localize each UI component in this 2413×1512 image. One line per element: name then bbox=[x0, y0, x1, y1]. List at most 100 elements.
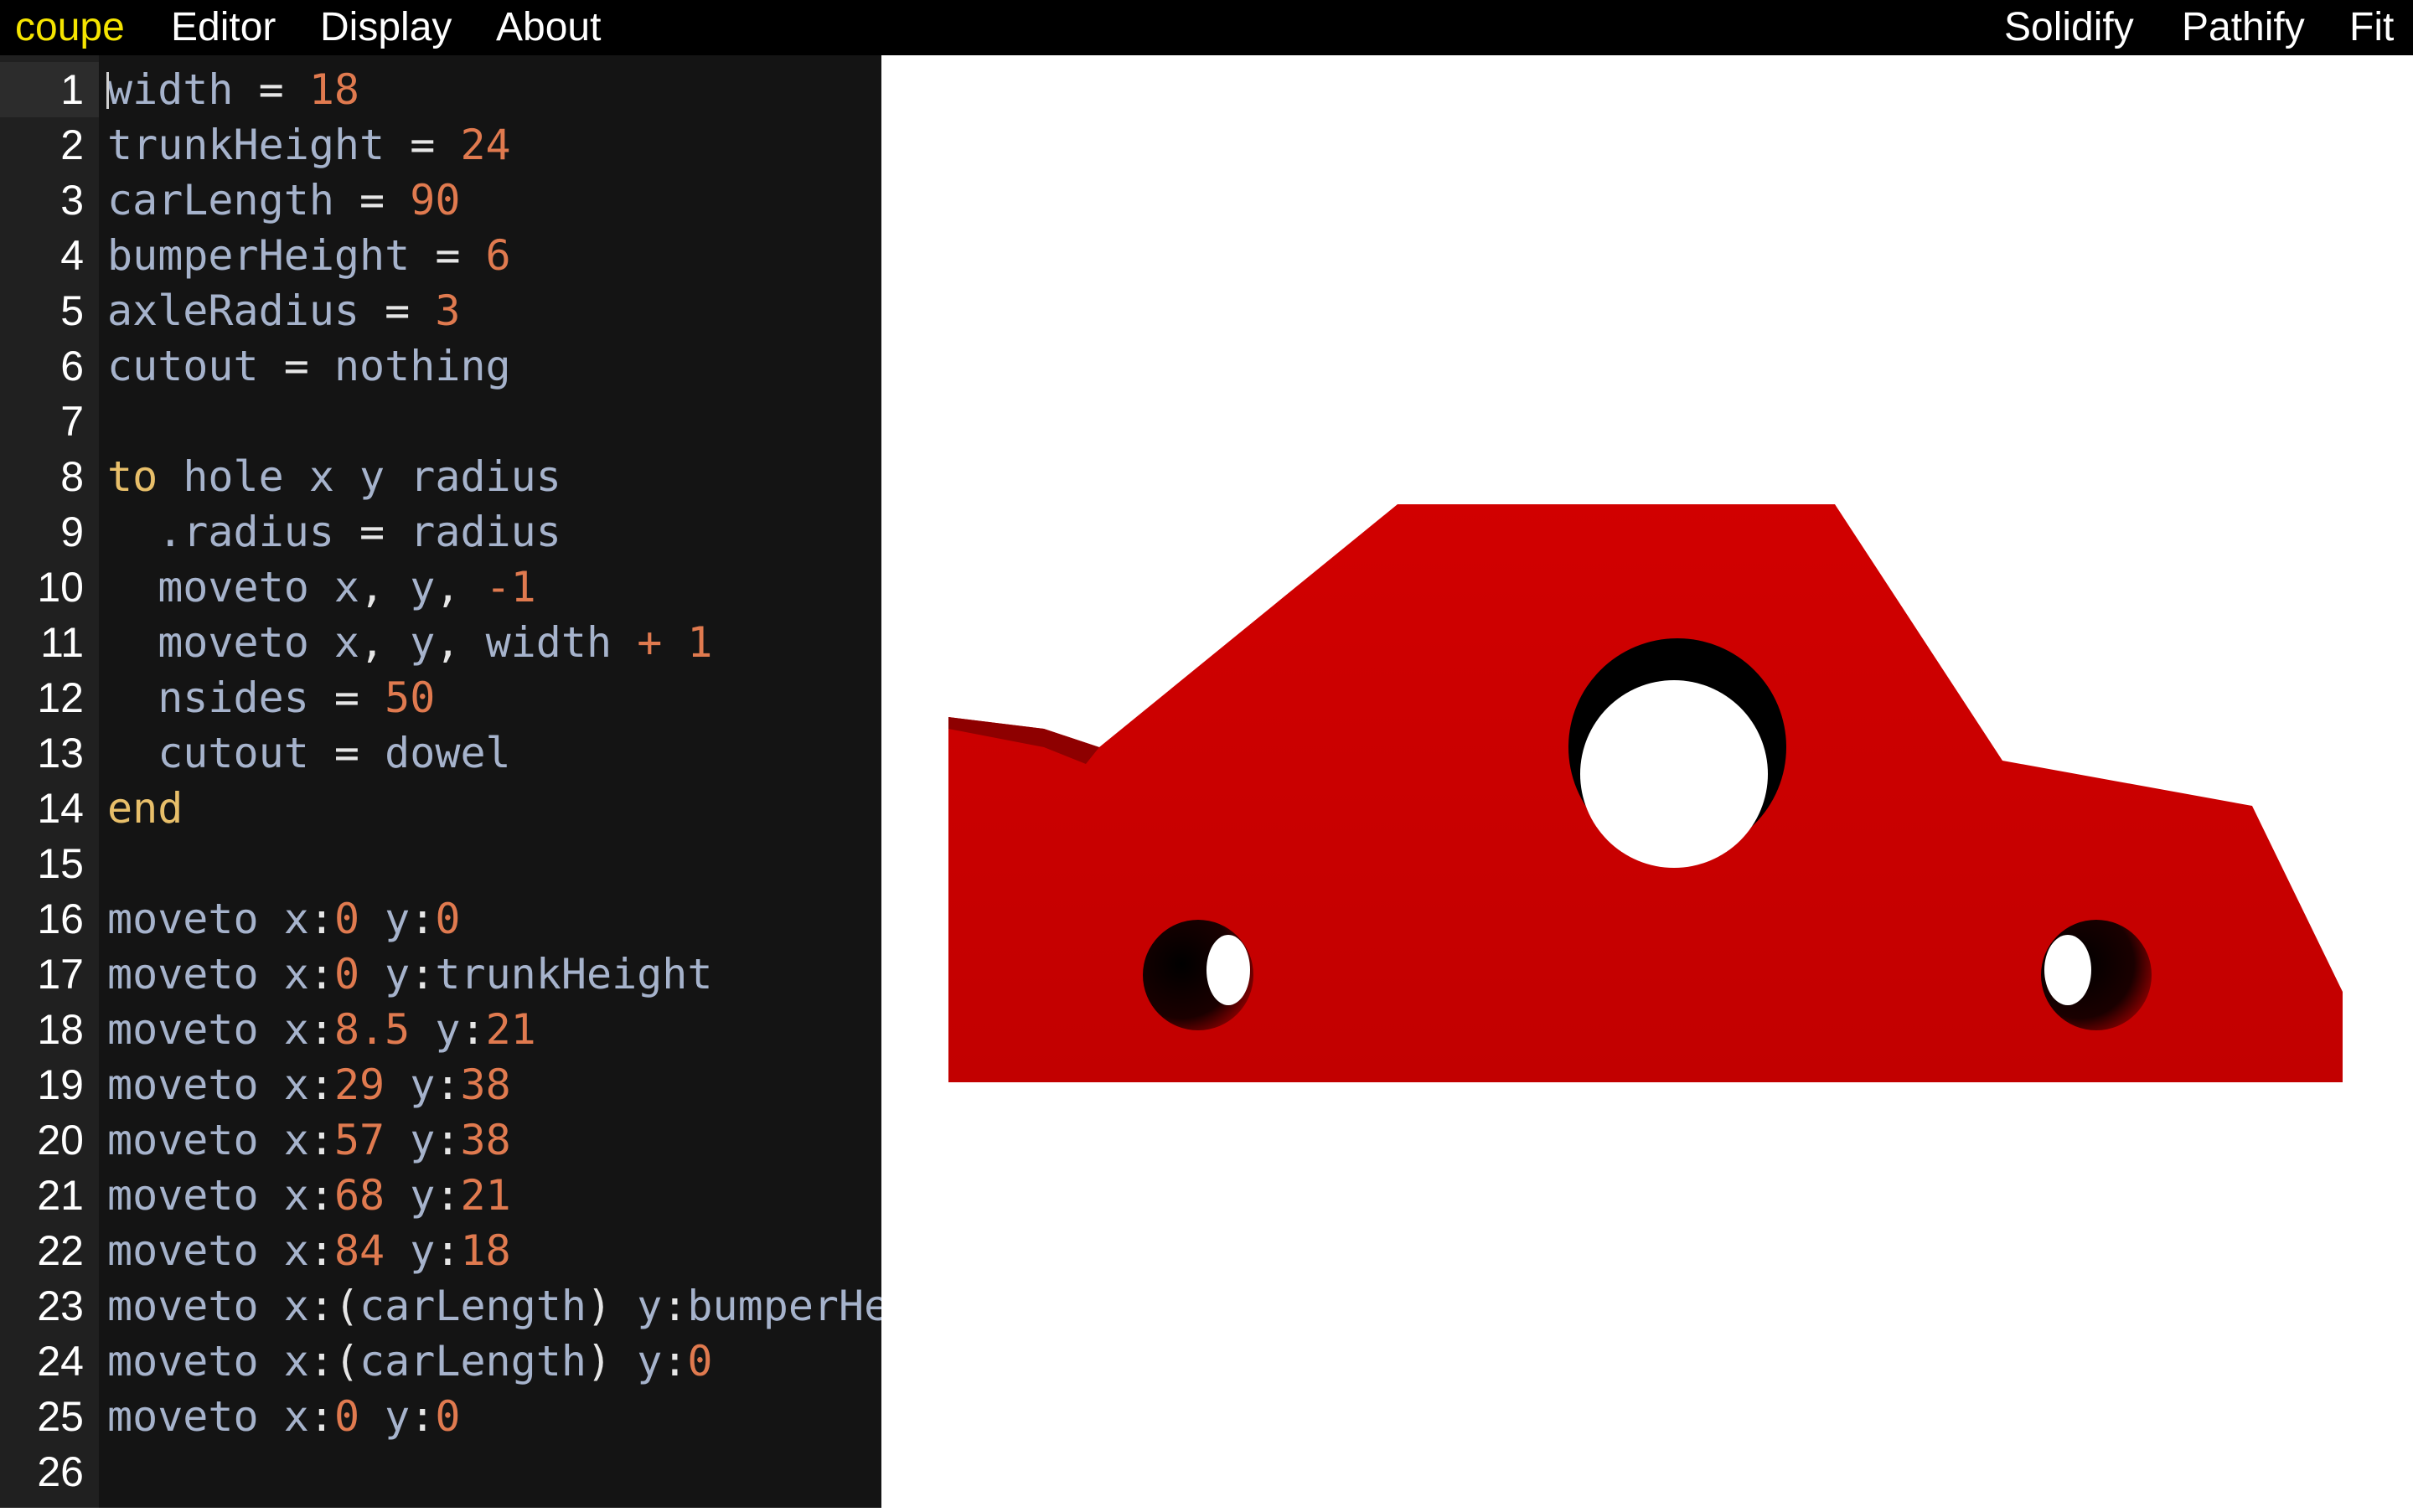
3d-viewport[interactable] bbox=[881, 55, 2413, 1508]
line-number: 9 bbox=[60, 508, 84, 555]
code-line[interactable]: 13 cutout = dowel bbox=[0, 725, 881, 781]
code-token: 0 bbox=[435, 1392, 461, 1441]
code-token: y bbox=[359, 1392, 411, 1441]
code-line[interactable]: 15 bbox=[0, 836, 881, 891]
code-line[interactable]: 26 bbox=[0, 1444, 881, 1499]
code-token: ) bbox=[586, 1337, 638, 1386]
code-token: 3 bbox=[435, 286, 461, 335]
code-token: : bbox=[308, 1392, 334, 1441]
code-line[interactable]: 1 width = 18 bbox=[0, 62, 881, 117]
code-lines[interactable]: 1 width = 18 2 trunkHeight = 24 3 carLength =… bbox=[0, 62, 881, 1508]
code-token: : bbox=[460, 1005, 486, 1054]
code-line[interactable]: 2 trunkHeight = 24 bbox=[0, 117, 881, 173]
code-token: 29 bbox=[333, 1060, 385, 1109]
code-line[interactable]: 16 moveto x:0 y:0 bbox=[0, 891, 881, 947]
code-token: y bbox=[359, 1503, 410, 1508]
menu-display[interactable]: Display bbox=[320, 0, 452, 55]
line-number: 4 bbox=[60, 232, 84, 279]
code-line[interactable]: 22 moveto x:84 y:18 bbox=[0, 1223, 881, 1278]
code-text: moveto x:8.5 y:21 bbox=[107, 1002, 536, 1057]
code-token: to bbox=[107, 452, 158, 501]
code-token: moveto x bbox=[107, 1392, 309, 1441]
code-line[interactable]: 5 axleRadius = 3 bbox=[0, 283, 881, 338]
code-token: 0 bbox=[687, 1337, 713, 1386]
code-line[interactable]: 6 cutout = nothing bbox=[0, 338, 881, 394]
solidify-button[interactable]: Solidify bbox=[2004, 0, 2134, 55]
code-line[interactable]: 24 moveto x:(carLength) y:0 bbox=[0, 1334, 881, 1389]
code-line[interactable]: 10 moveto x, y, -1 bbox=[0, 560, 881, 615]
code-token: y bbox=[410, 1005, 461, 1054]
brand-menu[interactable]: coupe bbox=[15, 0, 125, 55]
code-token: radius bbox=[410, 508, 561, 556]
code-token: cutout bbox=[107, 729, 309, 777]
code-token: : bbox=[662, 1282, 688, 1330]
code-line[interactable]: 8 to hole x y radius bbox=[0, 449, 881, 504]
code-text: moveto x:0 y:trunkHeight bbox=[107, 947, 713, 1002]
menu-about[interactable]: About bbox=[496, 0, 601, 55]
line-number: 8 bbox=[60, 453, 84, 500]
code-token: moveto x bbox=[107, 1503, 309, 1508]
code-line[interactable]: 20 moveto x:57 y:38 bbox=[0, 1112, 881, 1168]
code-token: bumperHe bbox=[687, 1282, 881, 1330]
code-token: : bbox=[662, 1337, 688, 1386]
code-token: = bbox=[308, 729, 385, 777]
code-token: moveto x bbox=[107, 1337, 309, 1386]
code-token: = bbox=[333, 508, 411, 556]
code-token: + 1 bbox=[612, 618, 713, 667]
code-token: moveto x bbox=[107, 563, 360, 612]
code-token: 38 bbox=[460, 1116, 511, 1164]
code-text: moveto x, y, width + 1 bbox=[107, 615, 713, 670]
code-line[interactable]: 9 .radius = radius bbox=[0, 504, 881, 560]
fit-button[interactable]: Fit bbox=[2349, 0, 2394, 55]
code-token: bumperHeight bbox=[107, 231, 411, 280]
code-token: cutout bbox=[107, 342, 259, 390]
code-line[interactable]: 25 moveto x:0 y:0 bbox=[0, 1389, 881, 1444]
code-token: , bbox=[359, 563, 411, 612]
code-token: , bbox=[359, 618, 411, 667]
code-line[interactable]: 21 moveto x:68 y:21 bbox=[0, 1168, 881, 1223]
code-token: 68 bbox=[333, 1171, 385, 1220]
pathify-button[interactable]: Pathify bbox=[2182, 0, 2305, 55]
line-number: 13 bbox=[37, 730, 84, 777]
code-text: moveto x:84 y:18 bbox=[107, 1223, 511, 1278]
code-token: axleRadius bbox=[107, 286, 360, 335]
code-line[interactable]: 7 bbox=[0, 394, 881, 449]
code-token: y bbox=[385, 1226, 436, 1275]
line-number: 3 bbox=[60, 177, 84, 224]
code-token: y bbox=[385, 1060, 436, 1109]
line-number: 10 bbox=[37, 564, 84, 611]
code-token: : bbox=[308, 950, 334, 999]
line-number: 26 bbox=[37, 1448, 84, 1495]
code-line[interactable]: 27moveto x:0 y:0 bbox=[0, 1499, 881, 1508]
right-axle-hole bbox=[2041, 920, 2152, 1030]
model-canvas[interactable] bbox=[881, 55, 2413, 1508]
line-number: 20 bbox=[37, 1117, 84, 1164]
code-text: cutout = nothing bbox=[107, 338, 511, 394]
code-token: 0 bbox=[334, 1503, 359, 1508]
line-number: 27 bbox=[0, 1499, 99, 1508]
code-token: 0 bbox=[333, 895, 360, 943]
code-token: -1 bbox=[485, 563, 536, 612]
code-token: : bbox=[410, 1392, 436, 1441]
code-token: :( bbox=[308, 1337, 360, 1386]
code-line[interactable]: 17 moveto x:0 y:trunkHeight bbox=[0, 947, 881, 1002]
code-editor[interactable]: 1 width = 18 2 trunkHeight = 24 3 carLength =… bbox=[0, 55, 881, 1508]
code-token: : bbox=[435, 1060, 461, 1109]
code-token: : bbox=[410, 895, 436, 943]
code-line[interactable]: 19 moveto x:29 y:38 bbox=[0, 1057, 881, 1112]
code-text: end bbox=[107, 781, 183, 836]
menu-editor[interactable]: Editor bbox=[171, 0, 276, 55]
code-line[interactable]: 11 moveto x, y, width + 1 bbox=[0, 615, 881, 670]
code-token: width bbox=[107, 65, 234, 114]
code-line[interactable]: 12 nsides = 50 bbox=[0, 670, 881, 725]
code-token: 0 bbox=[333, 950, 360, 999]
code-line[interactable]: 14 end bbox=[0, 781, 881, 836]
code-line[interactable]: 23 moveto x:(carLength) y:bumperHe bbox=[0, 1278, 881, 1334]
code-line[interactable]: 18 moveto x:8.5 y:21 bbox=[0, 1002, 881, 1057]
code-token: moveto x bbox=[107, 1116, 309, 1164]
code-line[interactable]: 4 bumperHeight = 6 bbox=[0, 228, 881, 283]
line-number: 1 bbox=[0, 62, 99, 117]
code-token: moveto x bbox=[107, 1282, 309, 1330]
code-line[interactable]: 3 carLength = 90 bbox=[0, 173, 881, 228]
line-number: 5 bbox=[60, 287, 84, 334]
